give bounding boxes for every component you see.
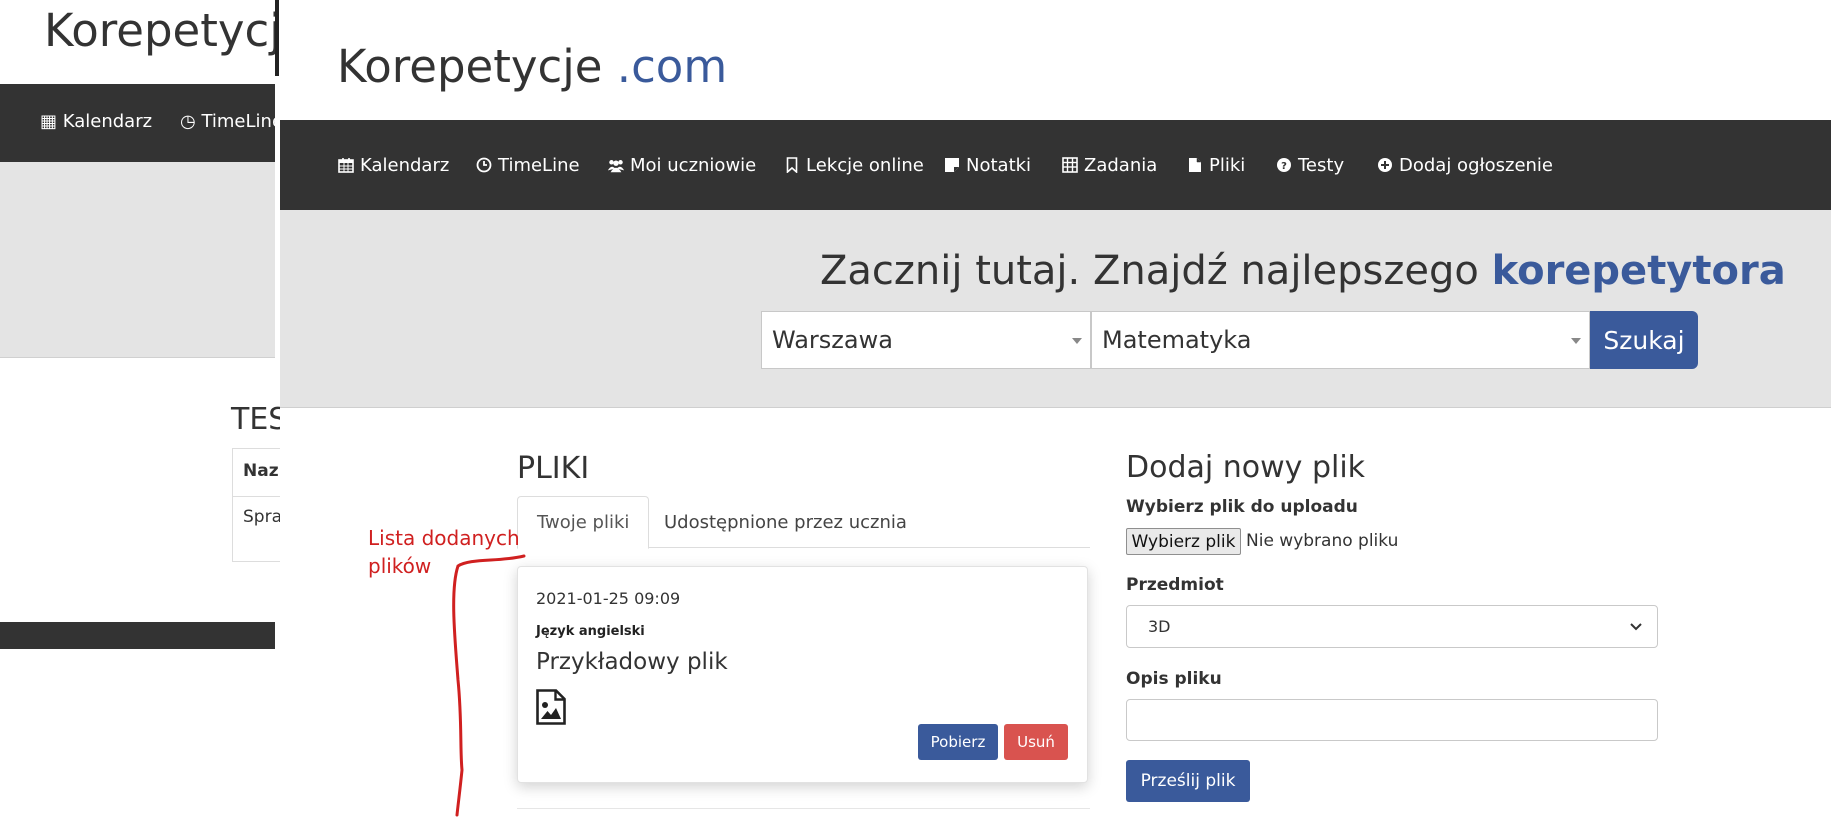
annotation-bracket — [452, 554, 526, 817]
list-divider — [517, 808, 1090, 809]
tab-shared-by-student[interactable]: Udostępnione przez ucznia — [645, 496, 926, 549]
bookmark-icon — [783, 156, 801, 174]
description-label: Opis pliku — [1126, 669, 1222, 689]
subject-label: Przedmiot — [1126, 575, 1224, 595]
image-file-icon — [536, 689, 566, 725]
background-window: Korepetycje ▦ Kalendarz ◷ TimeLine TES N… — [0, 0, 309, 827]
logo-accent-text: .com — [616, 40, 728, 93]
nav-label: Notatki — [966, 154, 1032, 176]
files-tabs: Twoje pliki Udostępnione przez ucznia — [517, 496, 1090, 549]
calendar-icon — [337, 156, 355, 174]
background-table-header: Naz — [243, 461, 279, 481]
question-circle-icon: ? — [1275, 156, 1293, 174]
nav-item-files[interactable]: Pliki — [1186, 147, 1245, 183]
nav-item-add-ad[interactable]: Dodaj ogłoszenie — [1376, 147, 1553, 183]
nav-label: Testy — [1298, 154, 1345, 176]
caret-down-icon — [1571, 338, 1581, 344]
background-section-title: TES — [231, 402, 288, 437]
hero-title-highlight: korepetytora — [1491, 248, 1786, 294]
nav-label: Dodaj ogłoszenie — [1399, 154, 1554, 176]
background-table-cell: Spra — [243, 507, 282, 527]
hero-title-text: Zacznij tutaj. Znajdź najlepszego — [820, 248, 1492, 294]
hero-title: Zacznij tutaj. Znajdź najlepszego korepe… — [820, 248, 1786, 294]
background-navbar: ▦ Kalendarz ◷ TimeLine — [0, 84, 283, 162]
background-nav-item-calendar[interactable]: ▦ Kalendarz — [40, 111, 152, 132]
download-button[interactable]: Pobierz — [918, 724, 998, 760]
file-date: 2021-01-25 09:09 — [536, 589, 681, 608]
background-nav-item-timeline[interactable]: ◷ TimeLine — [180, 111, 283, 132]
subject-search-select[interactable]: Matematyka — [1091, 311, 1590, 369]
tab-your-files[interactable]: Twoje pliki — [517, 496, 650, 549]
subject-select[interactable]: 3D — [1126, 605, 1658, 648]
nav-item-tasks[interactable]: Zadania — [1061, 147, 1157, 183]
nav-label: Kalendarz — [360, 154, 450, 176]
subject-select-value: 3D — [1148, 617, 1171, 636]
nav-label: TimeLine — [498, 154, 580, 176]
file-upload-label: Wybierz plik do uploadu — [1126, 497, 1358, 517]
file-card: 2021-01-25 09:09 Język angielski Przykła… — [517, 566, 1088, 783]
logo-main-text: Korepetycje — [337, 40, 617, 93]
subject-search-value: Matematyka — [1102, 326, 1252, 354]
file-subject: Język angielski — [536, 624, 645, 639]
nav-item-students[interactable]: Moi uczniowie — [607, 147, 756, 183]
no-file-chosen-text: Nie wybrano pliku — [1246, 531, 1399, 551]
choose-file-button[interactable]: Wybierz plik — [1126, 528, 1241, 555]
nav-label: Lekcje online — [806, 154, 924, 176]
upload-section-title: Dodaj nowy plik — [1126, 450, 1366, 485]
nav-item-tests[interactable]: ? Testy — [1275, 147, 1344, 183]
background-logo: Korepetycje — [44, 4, 310, 57]
description-input[interactable] — [1126, 699, 1658, 741]
caret-down-icon — [1072, 338, 1082, 344]
files-section-title: PLIKI — [517, 451, 590, 486]
annotation-line: Lista dodanych — [368, 526, 520, 550]
nav-item-timeline[interactable]: TimeLine — [475, 147, 580, 183]
nav-label: Pliki — [1209, 154, 1246, 176]
sticky-note-icon — [943, 156, 961, 174]
file-name: Przykładowy plik — [536, 649, 728, 675]
background-nav-label: Kalendarz — [62, 111, 153, 132]
nav-item-notes[interactable]: Notatki — [943, 147, 1031, 183]
table-icon — [1061, 156, 1079, 174]
nav-item-calendar[interactable]: Kalendarz — [337, 147, 449, 183]
clock-icon — [475, 156, 493, 174]
window-edge — [275, 0, 279, 76]
city-select[interactable]: Warszawa — [761, 311, 1091, 369]
search-button[interactable]: Szukaj — [1590, 311, 1698, 369]
plus-circle-icon — [1376, 156, 1394, 174]
nav-item-online-lessons[interactable]: Lekcje online — [783, 147, 924, 183]
upload-submit-button[interactable]: Prześlij plik — [1126, 760, 1250, 802]
clock-icon: ◷ — [180, 111, 196, 132]
nav-label: Moi uczniowie — [630, 154, 757, 176]
city-select-value: Warszawa — [772, 326, 893, 354]
calendar-icon: ▦ — [40, 111, 58, 132]
nav-label: Zadania — [1084, 154, 1158, 176]
background-footer — [0, 622, 275, 649]
background-nav-label: TimeLine — [201, 111, 284, 132]
main-navbar: Kalendarz TimeLine Moi uczniowie Lekcje … — [280, 120, 1831, 210]
background-hero — [0, 162, 275, 358]
chevron-down-icon — [1629, 618, 1643, 637]
delete-button[interactable]: Usuń — [1004, 724, 1068, 760]
file-icon — [1186, 156, 1204, 174]
hero-search-section: Zacznij tutaj. Znajdź najlepszego korepe… — [280, 210, 1831, 408]
site-logo[interactable]: Korepetycje .com — [337, 40, 727, 93]
svg-text:?: ? — [1281, 161, 1287, 172]
users-icon — [607, 156, 625, 174]
